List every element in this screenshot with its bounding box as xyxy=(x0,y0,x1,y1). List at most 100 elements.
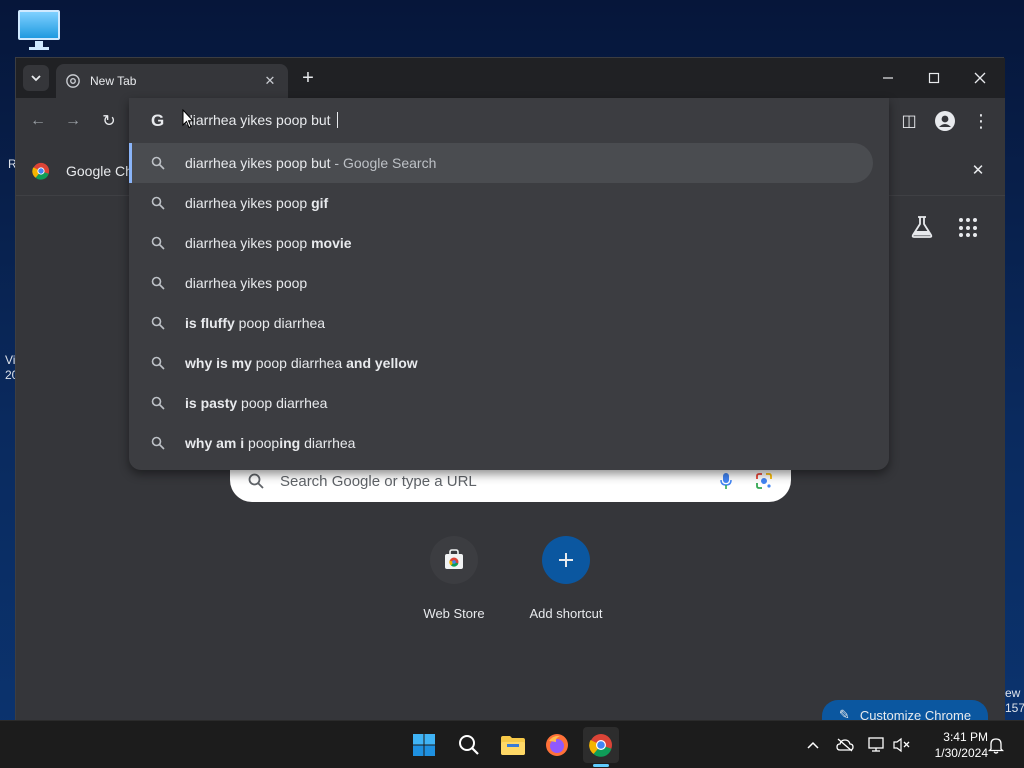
tab-search-button[interactable] xyxy=(23,65,49,91)
suggestion-text: poop diarrhea xyxy=(237,395,328,411)
shortcut-web-store[interactable]: Web Store xyxy=(404,536,504,621)
maximize-button[interactable] xyxy=(911,64,957,92)
suggestion-item[interactable]: diarrhea yikes poop gif xyxy=(129,183,873,223)
suggestion-bold: why is my xyxy=(185,355,252,371)
search-icon xyxy=(151,396,165,410)
profile-avatar-icon xyxy=(935,111,955,131)
search-icon xyxy=(151,276,165,290)
suggestion-text: diarrhea yikes poop xyxy=(185,195,312,211)
plus-icon xyxy=(559,553,573,567)
tab-new-tab[interactable]: New Tab ✕ xyxy=(56,64,288,98)
search-placeholder: Search Google or type a URL xyxy=(280,472,477,490)
search-icon xyxy=(151,156,165,170)
reload-button[interactable]: ↻ xyxy=(95,107,123,135)
omnibox-input[interactable]: G diarrhea yikes poop but xyxy=(129,98,889,142)
tab-strip: New Tab ✕ + xyxy=(16,58,1005,98)
back-button[interactable]: ← xyxy=(24,107,52,135)
suggestion-suffix: - Google Search xyxy=(330,155,437,171)
suggestion-bold: and yellow xyxy=(346,355,418,371)
firefox-button[interactable] xyxy=(539,727,575,763)
suggestion-bold: movie xyxy=(311,235,352,251)
minimize-button[interactable] xyxy=(865,64,911,92)
shortcut-add[interactable]: Add shortcut xyxy=(516,536,616,621)
taskbar-search-button[interactable] xyxy=(451,727,487,763)
profile-button[interactable] xyxy=(931,107,959,135)
side-panel-button[interactable]: ◫ xyxy=(895,107,923,135)
close-promo-icon[interactable]: ✕ xyxy=(968,160,988,180)
google-chrome-logo-icon xyxy=(32,162,50,180)
suggestion-text: diarrhea yikes poop xyxy=(185,235,312,251)
new-tab-button[interactable]: + xyxy=(296,66,320,90)
maximize-icon xyxy=(928,72,940,84)
volume-muted-icon[interactable] xyxy=(892,735,912,755)
suggestion-item[interactable]: is fluffy poop diarrhea xyxy=(129,303,873,343)
suggestion-item[interactable]: diarrhea yikes poop xyxy=(129,263,873,303)
windows-logo-icon xyxy=(413,734,435,756)
minimize-icon xyxy=(883,77,893,79)
microphone-icon[interactable] xyxy=(719,472,733,490)
show-hidden-icons-chevron-icon[interactable] xyxy=(803,735,823,755)
omnibox-value: diarrhea yikes poop but xyxy=(185,112,335,128)
desktop-text-fragment: Vi xyxy=(5,353,16,367)
chrome-favicon-icon xyxy=(66,74,80,88)
suggestion-text: diarrhea yikes poop xyxy=(185,275,308,291)
search-icon xyxy=(248,473,264,489)
suggestion-text: poop diarrhea xyxy=(234,315,326,331)
search-icon xyxy=(151,316,165,330)
google-lens-icon[interactable] xyxy=(755,472,773,490)
shortcut-label: Web Store xyxy=(423,606,485,621)
taskbar-clock[interactable]: 3:41 PM 1/30/2024 xyxy=(918,729,988,761)
folder-icon xyxy=(501,736,525,755)
forward-button[interactable]: → xyxy=(59,107,87,135)
this-pc-desktop-icon[interactable] xyxy=(18,10,62,50)
suggestion-item[interactable]: why is my poop diarrhea and yellow xyxy=(129,343,873,383)
firefox-icon xyxy=(546,734,568,756)
suggestion-text: diarrhea xyxy=(300,435,356,451)
suggestion-bold: is fluffy xyxy=(185,315,235,331)
chrome-taskbar-button[interactable] xyxy=(583,727,619,763)
text-caret xyxy=(337,112,339,128)
suggestion-text: poop xyxy=(244,435,280,451)
close-window-button[interactable] xyxy=(957,64,1003,92)
suggestion-bold: why am i xyxy=(185,435,245,451)
add-shortcut-tile xyxy=(542,536,590,584)
omnibox-dropdown: G diarrhea yikes poop but diarrhea yikes… xyxy=(129,98,889,470)
active-app-indicator xyxy=(593,764,609,767)
close-tab-icon[interactable]: ✕ xyxy=(262,73,278,89)
mouse-pointer-icon xyxy=(182,109,194,129)
file-explorer-button[interactable] xyxy=(495,727,531,763)
desktop-text-fragment: 157 xyxy=(1005,701,1024,715)
google-apps-icon[interactable] xyxy=(959,218,979,238)
bookmark-item[interactable]: Google Ch xyxy=(32,162,133,180)
start-button[interactable] xyxy=(406,727,442,763)
suggestion-text: diarrhea yikes poop but xyxy=(185,155,331,171)
search-icon xyxy=(459,735,479,755)
chevron-down-icon xyxy=(31,75,41,82)
taskbar: 3:41 PM 1/30/2024 xyxy=(0,720,1024,768)
chrome-menu-button[interactable]: ⋮ xyxy=(967,107,995,135)
google-g-icon: G xyxy=(151,111,165,130)
cloud-offline-icon[interactable] xyxy=(835,735,855,755)
suggestion-text: poop diarrhea xyxy=(251,355,347,371)
notifications-bell-icon[interactable] xyxy=(986,735,1006,755)
suggestion-item[interactable]: why am i poop ing diarrhea xyxy=(129,423,873,463)
clock-time: 3:41 PM xyxy=(943,730,988,744)
chrome-labs-flask-icon[interactable] xyxy=(909,214,935,240)
clock-date: 1/30/2024 xyxy=(934,746,988,760)
suggestion-item[interactable]: diarrhea yikes poop movie xyxy=(129,223,873,263)
search-icon xyxy=(151,356,165,370)
tab-title: New Tab xyxy=(90,74,137,88)
suggestion-item[interactable]: is pasty poop diarrhea xyxy=(129,383,873,423)
suggestion-item[interactable]: diarrhea yikes poop but - Google Search xyxy=(129,143,873,183)
search-icon xyxy=(151,196,165,210)
suggestion-bold: gif xyxy=(311,195,329,211)
suggestion-bold: ing xyxy=(279,435,301,451)
google-chrome-logo-icon xyxy=(589,734,612,757)
web-store-icon xyxy=(445,549,463,569)
network-icon[interactable] xyxy=(867,735,887,755)
search-icon xyxy=(151,436,165,450)
suggestion-bold: is pasty xyxy=(185,395,238,411)
desktop-text-fragment: ew xyxy=(1005,686,1021,700)
bookmark-label: Google Ch xyxy=(66,163,133,179)
shortcut-label: Add shortcut xyxy=(529,606,603,621)
